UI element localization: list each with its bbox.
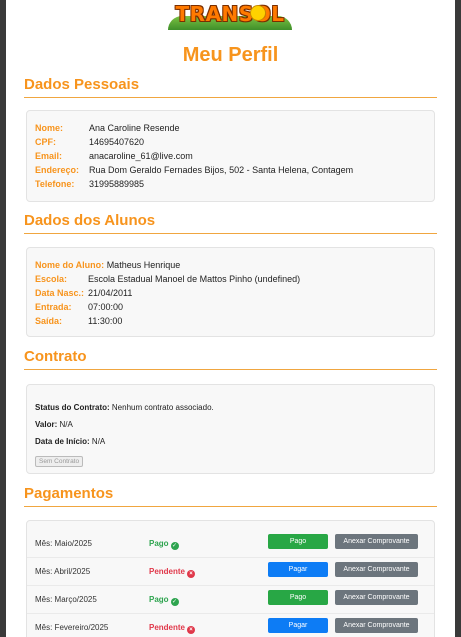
payments-card: Mês: Maio/2025 Pago ✓ Pago Anexar Comprov…	[26, 520, 435, 637]
payment-status: Pago ✓	[149, 539, 179, 550]
field-value: 14695407620	[89, 137, 145, 147]
student-row-name: Nome do Aluno: Matheus Henrique	[35, 259, 180, 271]
field-label: Valor:	[35, 420, 58, 429]
x-circle-icon: ×	[187, 626, 196, 634]
paid-button[interactable]: Pago	[268, 590, 328, 605]
section-title-payments: Pagamentos	[24, 485, 114, 502]
transol-logo[interactable]: TRANSOL	[168, 2, 292, 30]
sun-icon	[250, 5, 266, 21]
window-frame-right	[455, 0, 461, 637]
field-value: Nenhum contrato associado.	[111, 403, 214, 412]
section-divider	[24, 369, 437, 370]
section-title-personal: Dados Pessoais	[24, 76, 140, 93]
field-label: Entrada:	[35, 302, 72, 312]
personal-row-name: Nome: Ana Caroline Resende	[35, 122, 180, 134]
payment-status: Pago ✓	[149, 595, 179, 606]
field-value: Rua Dom Geraldo Fernades Bijos, 502 - Sa…	[89, 165, 354, 175]
student-row-school: Escola: Escola Estadual Manoel de Mattos …	[35, 273, 300, 285]
payment-month: Mês: Maio/2025	[35, 539, 92, 548]
section-divider	[24, 233, 437, 234]
field-value: Matheus Henrique	[106, 260, 181, 270]
page-title: Meu Perfil	[182, 44, 279, 66]
payment-status-text: Pendente	[149, 623, 186, 632]
field-label: Nome do Aluno:	[35, 260, 105, 270]
payment-status-text: Pago	[149, 595, 169, 604]
pay-button[interactable]: Pagar	[268, 618, 328, 633]
field-value: 21/04/2011	[88, 288, 133, 298]
logo-text: TRANSOL	[175, 2, 285, 26]
personal-data-card: Nome: Ana Caroline Resende CPF: 1469540762…	[26, 110, 435, 202]
field-label: Email:	[35, 151, 63, 161]
payment-status: Pendente ×	[149, 623, 196, 634]
field-value: 31995889985	[89, 179, 145, 189]
field-value: Escola Estadual Manoel de Mattos Pinho (…	[88, 274, 301, 284]
field-label: Nome:	[35, 123, 64, 133]
field-label: Endereço:	[35, 165, 80, 175]
payment-status: Pendente ×	[149, 567, 196, 578]
profile-page: TRANSOL Meu Perfil Dados Pessoais Nome: A…	[6, 0, 455, 637]
check-circle-icon: ✓	[170, 542, 179, 550]
payment-row: Mês: Fevereiro/2025 Pendente × Pagar Anex…	[27, 613, 434, 637]
pay-button[interactable]: Pagar	[268, 562, 328, 577]
field-label: Status do Contrato:	[35, 403, 110, 412]
section-title-students: Dados dos Alunos	[24, 212, 156, 229]
attach-receipt-button[interactable]: Anexar Comprovante	[335, 534, 418, 549]
personal-row-email: Email: anacaroline_61@live.com	[35, 150, 193, 162]
paid-button[interactable]: Pago	[268, 534, 328, 549]
field-label: CPF:	[35, 137, 56, 147]
section-divider	[24, 97, 437, 98]
field-label: Telefone:	[35, 179, 75, 189]
contract-status-row: Status do Contrato: Nenhum contrato asso…	[35, 403, 214, 412]
personal-row-address: Endereço: Rua Dom Geraldo Fernades Bijos,…	[35, 164, 353, 176]
field-label: Saída:	[35, 316, 63, 326]
student-row-birthdate: Data Nasc.: 21/04/2011	[35, 287, 132, 299]
personal-row-cpf: CPF: 14695407620	[35, 136, 144, 148]
x-circle-icon: ×	[187, 570, 196, 578]
field-value: 07:00:00	[88, 302, 124, 312]
section-title-contract: Contrato	[24, 348, 87, 365]
payment-row: Mês: Maio/2025 Pago ✓ Pago Anexar Comprov…	[27, 529, 434, 558]
payment-status-text: Pago	[149, 539, 169, 548]
attach-receipt-button[interactable]: Anexar Comprovante	[335, 618, 418, 633]
field-label: Data Nasc.:	[35, 288, 85, 298]
contract-card: Status do Contrato: Nenhum contrato asso…	[26, 384, 435, 474]
contract-value-row: Valor: N/A	[35, 420, 73, 429]
payment-row: Mês: Abril/2025 Pendente × Pagar Anexar C…	[27, 557, 434, 586]
payment-status-text: Pendente	[149, 567, 186, 576]
personal-row-phone: Telefone: 31995889985	[35, 178, 144, 190]
field-value: Ana Caroline Resende	[89, 123, 180, 133]
payment-month: Mês: Abril/2025	[35, 567, 91, 576]
field-label: Escola:	[35, 274, 68, 284]
attach-receipt-button[interactable]: Anexar Comprovante	[335, 590, 418, 605]
check-circle-icon: ✓	[170, 598, 179, 606]
section-divider	[24, 506, 437, 507]
payment-month: Mês: Fevereiro/2025	[35, 623, 109, 632]
student-data-card: Nome do Aluno: Matheus Henrique Escola: E…	[26, 247, 435, 337]
field-value: N/A	[91, 437, 106, 446]
attach-receipt-button[interactable]: Anexar Comprovante	[335, 562, 418, 577]
field-value: 11:30:00	[88, 316, 123, 326]
student-row-entry-time: Entrada: 07:00:00	[35, 301, 123, 313]
no-contract-button[interactable]: Sem Contrato	[35, 456, 84, 467]
payment-month: Mês: Março/2025	[35, 595, 97, 604]
payment-row: Mês: Março/2025 Pago ✓ Pago Anexar Compro…	[27, 585, 434, 614]
field-value: N/A	[59, 420, 73, 429]
field-label: Data de Início:	[35, 437, 90, 446]
contract-start-row: Data de Início: N/A	[35, 437, 105, 446]
student-row-exit-time: Saída: 11:30:00	[35, 315, 122, 327]
field-value: anacaroline_61@live.com	[89, 151, 193, 161]
